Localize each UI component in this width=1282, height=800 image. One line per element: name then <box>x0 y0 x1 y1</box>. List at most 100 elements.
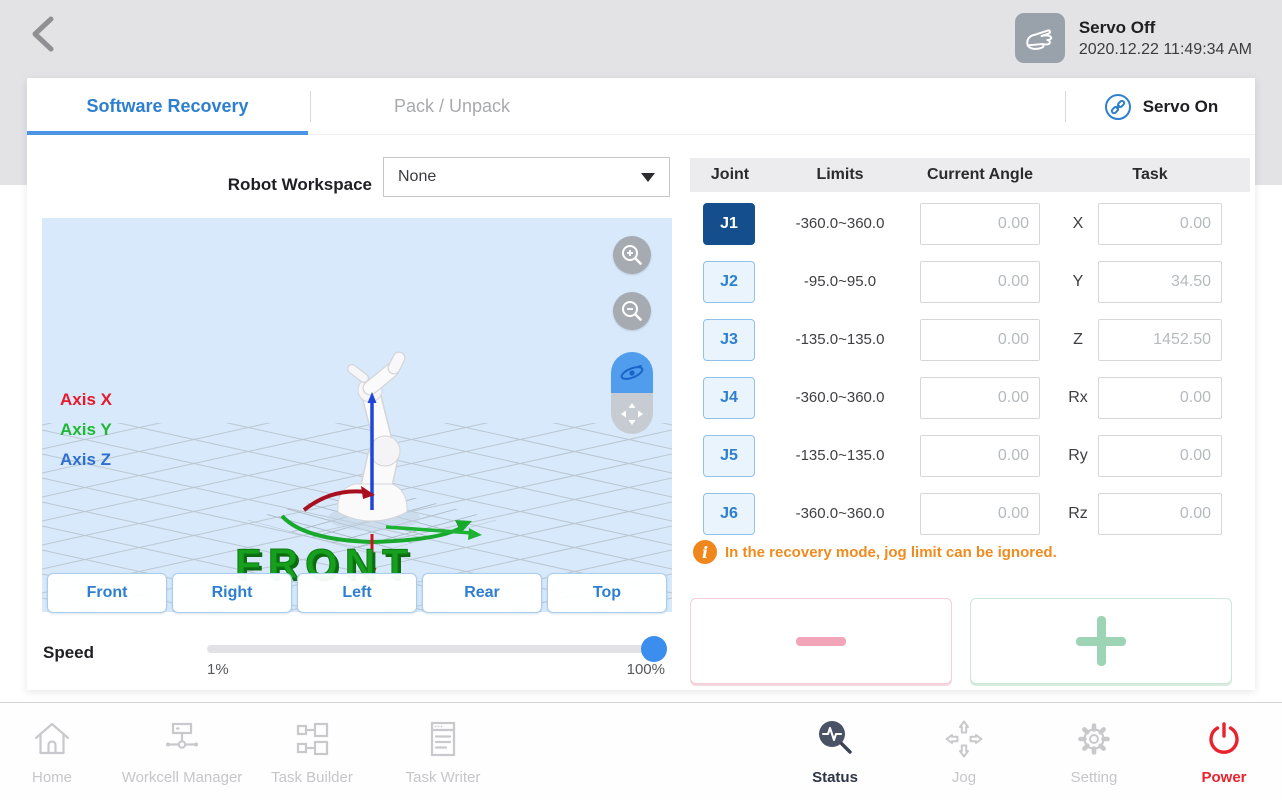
joint-j4-button[interactable]: J4 <box>703 377 755 419</box>
view-right-button[interactable]: Right <box>172 573 292 613</box>
nav-label-workcell-manager: Workcell Manager <box>122 769 243 786</box>
view-left-button[interactable]: Left <box>297 573 417 613</box>
view-rear-button[interactable]: Rear <box>422 573 542 613</box>
pan-arrows-icon <box>618 400 646 428</box>
magnifier-minus-icon <box>620 299 644 323</box>
hand-icon <box>1022 20 1058 56</box>
speed-max-label: 100% <box>620 661 665 678</box>
zoom-out-button[interactable] <box>613 292 651 330</box>
joint-j2-button[interactable]: J2 <box>703 261 755 303</box>
j4-current-angle-input[interactable] <box>920 377 1040 419</box>
jog-dpad-icon <box>942 717 986 761</box>
task-axis-x-label: X <box>1052 203 1104 245</box>
axis-y-legend: Axis Y <box>60 420 112 440</box>
table-row: J1 -360.0~360.0 X <box>690 203 1250 245</box>
j3-limits: -135.0~135.0 <box>770 319 910 361</box>
view-front-button[interactable]: Front <box>47 573 167 613</box>
minus-icon <box>796 637 846 646</box>
joint-j5-button[interactable]: J5 <box>703 435 755 477</box>
nav-label-task-writer: Task Writer <box>406 769 481 786</box>
task-builder-icon <box>290 717 334 761</box>
table-row: J4 -360.0~360.0 Rx <box>690 377 1250 419</box>
nav-label-jog: Jog <box>952 769 976 786</box>
servo-status-block: Servo Off 2020.12.22 11:49:34 AM <box>1015 13 1252 63</box>
task-axis-rx-label: Rx <box>1052 377 1104 419</box>
workcell-manager-icon <box>160 717 204 761</box>
pan-mode-button[interactable] <box>611 393 653 434</box>
header-task: Task <box>1050 166 1250 184</box>
servo-status-text: Servo Off <box>1079 18 1252 38</box>
joint-j1-button[interactable]: J1 <box>703 203 755 245</box>
task-axis-rz-label: Rz <box>1052 493 1104 535</box>
main-panel: Software Recovery Pack / Unpack Servo On… <box>27 78 1255 690</box>
robot-workspace-label: Robot Workspace <box>147 165 372 205</box>
task-rx-input[interactable] <box>1098 377 1222 419</box>
j5-current-angle-input[interactable] <box>920 435 1040 477</box>
task-axis-z-label: Z <box>1052 319 1104 361</box>
header-current-angle: Current Angle <box>910 166 1050 184</box>
tab-bar: Software Recovery Pack / Unpack Servo On <box>27 78 1255 135</box>
nav-label-home: Home <box>32 769 72 786</box>
axis-x-legend: Axis X <box>60 390 112 410</box>
datetime-text: 2020.12.22 11:49:34 AM <box>1079 41 1252 59</box>
j1-current-angle-input[interactable] <box>920 203 1040 245</box>
table-row: J5 -135.0~135.0 Ry <box>690 435 1250 477</box>
task-writer-icon <box>421 717 465 761</box>
tab-pack-unpack[interactable]: Pack / Unpack <box>327 78 577 135</box>
orbit-icon <box>618 359 646 387</box>
task-axis-y-label: Y <box>1052 261 1104 303</box>
j5-limits: -135.0~135.0 <box>770 435 910 477</box>
plus-icon <box>1076 616 1126 666</box>
j4-limits: -360.0~360.0 <box>770 377 910 419</box>
task-ry-input[interactable] <box>1098 435 1222 477</box>
j6-limits: -360.0~360.0 <box>770 493 910 535</box>
header-limits: Limits <box>770 166 910 184</box>
back-button[interactable] <box>24 12 68 56</box>
view-top-button[interactable]: Top <box>547 573 667 613</box>
nav-label-power: Power <box>1201 769 1246 786</box>
task-x-input[interactable] <box>1098 203 1222 245</box>
j2-limits: -95.0~95.0 <box>770 261 910 303</box>
tab-separator <box>310 91 311 122</box>
servo-on-button[interactable]: Servo On <box>1066 78 1255 135</box>
magnifier-plus-icon <box>620 243 644 267</box>
joint-j3-button[interactable]: J3 <box>703 319 755 361</box>
orbit-mode-button[interactable] <box>611 352 653 393</box>
nav-label-status: Status <box>812 769 858 786</box>
tab-software-recovery[interactable]: Software Recovery <box>27 78 308 135</box>
power-icon <box>1202 717 1246 761</box>
nav-item-power[interactable]: Power <box>1144 713 1282 795</box>
task-y-input[interactable] <box>1098 261 1222 303</box>
nav-label-setting: Setting <box>1071 769 1118 786</box>
task-axis-ry-label: Ry <box>1052 435 1104 477</box>
robot-workspace-dropdown[interactable]: None <box>383 157 670 197</box>
task-z-input[interactable] <box>1098 319 1222 361</box>
servo-hand-button[interactable] <box>1015 13 1065 63</box>
speed-label: Speed <box>43 643 94 663</box>
active-tab-underline <box>27 131 308 135</box>
j6-current-angle-input[interactable] <box>920 493 1040 535</box>
gear-icon <box>1072 717 1116 761</box>
jog-plus-button[interactable] <box>970 598 1232 684</box>
task-rz-input[interactable] <box>1098 493 1222 535</box>
robot-3d-viewport[interactable]: FRONT FRONT Axis X Axis Y Axis Z <box>42 218 672 612</box>
joint-j6-button[interactable]: J6 <box>703 493 755 535</box>
dropdown-selected-value: None <box>398 168 436 186</box>
zoom-in-button[interactable] <box>613 236 651 274</box>
chevron-down-icon <box>641 173 655 182</box>
header-joint: Joint <box>690 166 770 184</box>
nav-item-task-writer[interactable]: Task Writer <box>363 713 523 795</box>
table-row: J3 -135.0~135.0 Z <box>690 319 1250 361</box>
axis-z-legend: Axis Z <box>60 450 111 470</box>
notice-text: In the recovery mode, jog limit can be i… <box>725 544 1057 561</box>
j3-current-angle-input[interactable] <box>920 319 1040 361</box>
joint-table-header: Joint Limits Current Angle Task <box>690 158 1250 192</box>
speed-slider-track[interactable] <box>207 645 665 653</box>
recovery-notice: i In the recovery mode, jog limit can be… <box>693 540 1057 564</box>
speed-slider-thumb[interactable] <box>641 636 667 662</box>
view-buttons-row: Front Right Left Rear Top <box>45 573 669 613</box>
home-icon <box>30 717 74 761</box>
j2-current-angle-input[interactable] <box>920 261 1040 303</box>
jog-minus-button[interactable] <box>690 598 952 684</box>
j1-limits: -360.0~360.0 <box>770 203 910 245</box>
